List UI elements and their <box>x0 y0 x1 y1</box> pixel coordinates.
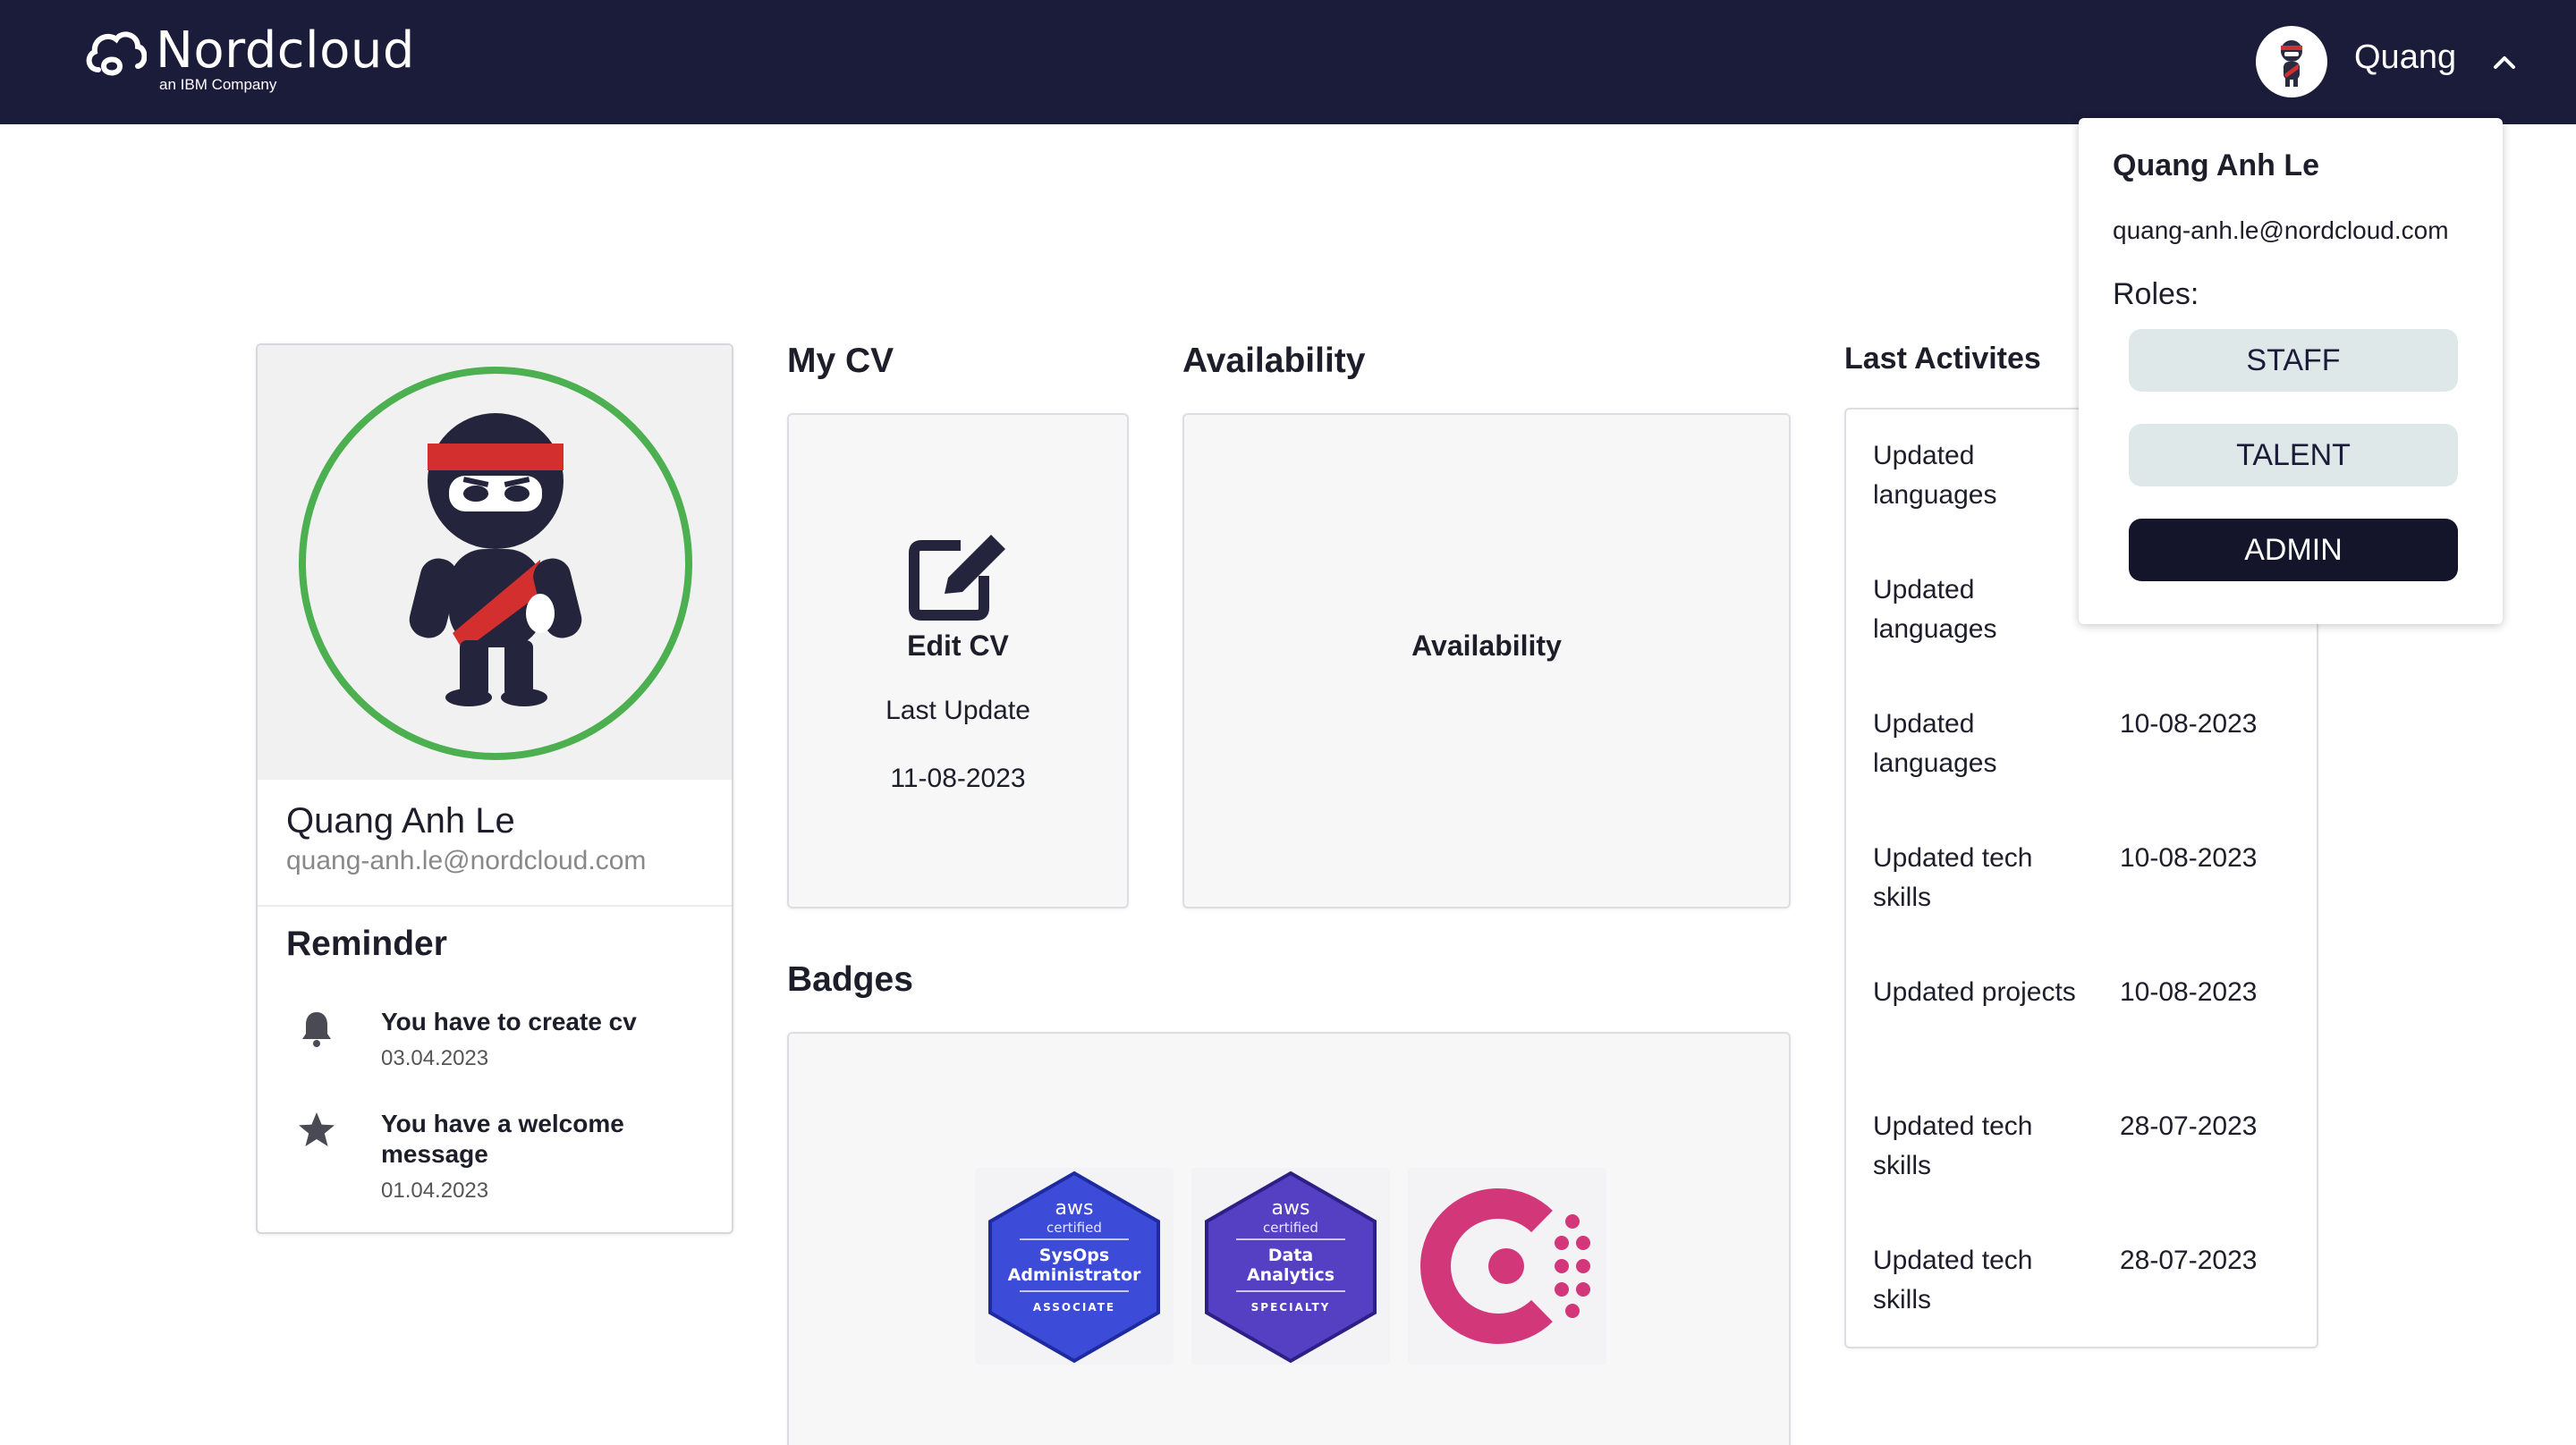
dropdown-user-name: Quang Anh Le <box>2113 148 2320 182</box>
profile-card: Quang Anh Le quang-anh.le@nordcloud.com … <box>256 343 733 1234</box>
activity-date: 10-08-2023 <box>2120 709 2258 739</box>
badge-cert: certified <box>1263 1220 1318 1236</box>
divider <box>258 905 732 907</box>
reminder-title: Reminder <box>286 925 447 963</box>
badge-cert: certified <box>1046 1220 1102 1236</box>
activity-text: Updated languages <box>1873 709 1997 778</box>
badge-vendor: aws <box>1055 1197 1094 1220</box>
badge-level: SPECIALTY <box>1251 1301 1331 1314</box>
activity-text: Updated projects <box>1873 977 2076 1007</box>
activity-text: Updated tech skills <box>1873 843 2033 912</box>
ninja-avatar-icon <box>2281 40 2302 87</box>
dropdown-user-email: quang-anh.le@nordcloud.com <box>2113 216 2449 244</box>
badge-line1: SysOps <box>1039 1246 1109 1265</box>
edit-cv-label: Edit CV <box>907 630 1009 662</box>
badge-aws-sysops[interactable]: aws certified SysOps Administrator ASSOC… <box>975 1168 1174 1365</box>
brand-subtitle: an IBM Company <box>159 76 277 93</box>
brand-name: Nordcloud <box>156 21 415 80</box>
reminder-item[interactable]: You have a welcome message 01.04.2023 <box>286 1109 716 1216</box>
activity-text: Updated languages <box>1873 575 1997 644</box>
activity-text: Updated languages <box>1873 441 1997 510</box>
role-button-admin[interactable]: ADMIN <box>2129 519 2458 581</box>
badge-line2: Analytics <box>1247 1265 1335 1285</box>
profile-name: Quang Anh Le <box>286 801 515 841</box>
user-dropdown-menu: Quang Anh Le quang-anh.le@nordcloud.com … <box>2079 118 2503 624</box>
profile-avatar <box>299 367 692 760</box>
profile-email: quang-anh.le@nordcloud.com <box>286 846 647 875</box>
badge-level: ASSOCIATE <box>1033 1301 1115 1314</box>
roles-label: Roles: <box>2113 277 2199 311</box>
activity-row: Updated tech skills 28-07-2023 <box>1873 1107 2302 1214</box>
ninja-mascot-icon <box>409 413 582 706</box>
badge-vendor: aws <box>1272 1197 1310 1220</box>
avatar <box>2256 26 2327 97</box>
badge-line1: Data <box>1268 1246 1314 1265</box>
badges-panel: aws certified SysOps Administrator ASSOC… <box>787 1032 1791 1445</box>
badges-title: Badges <box>787 960 913 999</box>
bell-icon <box>302 1012 331 1047</box>
aws-sysops-badge-icon: aws certified SysOps Administrator ASSOC… <box>988 1170 1160 1364</box>
badge-aws-data-analytics[interactable]: aws certified Data Analytics SPECIALTY <box>1191 1168 1390 1365</box>
last-update-date: 11-08-2023 <box>890 764 1026 793</box>
reminder-item[interactable]: You have to create cv 03.04.2023 <box>286 1007 716 1087</box>
last-activities-title: Last Activites <box>1844 342 2041 376</box>
reminder-text: You have to create cv <box>381 1008 637 1035</box>
role-button-talent[interactable]: TALENT <box>2129 424 2458 486</box>
activity-date: 28-07-2023 <box>2120 1246 2258 1275</box>
activity-row: Updated projects 10-08-2023 <box>1873 973 2302 1080</box>
top-navbar: Nordcloud an IBM Company Quang <box>0 0 2576 124</box>
chevron-up-icon <box>2494 56 2515 69</box>
activity-text: Updated tech skills <box>1873 1246 2033 1314</box>
activity-row: Updated languages 10-08-2023 <box>1873 705 2302 812</box>
edit-cv-card[interactable]: Edit CV Last Update 11-08-2023 <box>787 413 1129 908</box>
star-icon <box>299 1112 335 1146</box>
activity-date: 10-08-2023 <box>2120 843 2258 873</box>
activity-text: Updated tech skills <box>1873 1111 2033 1180</box>
role-button-staff[interactable]: STAFF <box>2129 329 2458 392</box>
activity-row: Updated tech skills 10-08-2023 <box>1873 839 2302 946</box>
my-cv-title: My CV <box>787 342 894 380</box>
user-short-name: Quang <box>2354 38 2457 76</box>
availability-title: Availability <box>1182 342 1366 380</box>
consul-logo-icon <box>1420 1188 1590 1344</box>
last-update-label: Last Update <box>886 696 1030 725</box>
aws-data-analytics-badge-icon: aws certified Data Analytics SPECIALTY <box>1205 1170 1377 1364</box>
availability-card[interactable]: Availability <box>1182 413 1791 908</box>
activity-row: Updated tech skills 28-07-2023 <box>1873 1241 2302 1348</box>
edit-icon <box>909 535 1005 621</box>
activity-date: 10-08-2023 <box>2120 977 2258 1007</box>
badge-line2: Administrator <box>1008 1265 1141 1285</box>
activity-date: 28-07-2023 <box>2120 1111 2258 1141</box>
profile-picture-area <box>258 345 732 780</box>
reminder-date: 01.04.2023 <box>381 1179 489 1203</box>
reminder-date: 03.04.2023 <box>381 1046 489 1070</box>
nordcloud-logo[interactable]: Nordcloud an IBM Company <box>82 21 440 100</box>
user-menu-trigger[interactable]: Quang <box>2256 26 2551 97</box>
availability-card-label: Availability <box>1411 630 1562 662</box>
reminder-text: You have a welcome message <box>381 1110 624 1168</box>
badge-consul[interactable] <box>1408 1168 1606 1365</box>
cloud-logo-icon <box>86 31 147 76</box>
